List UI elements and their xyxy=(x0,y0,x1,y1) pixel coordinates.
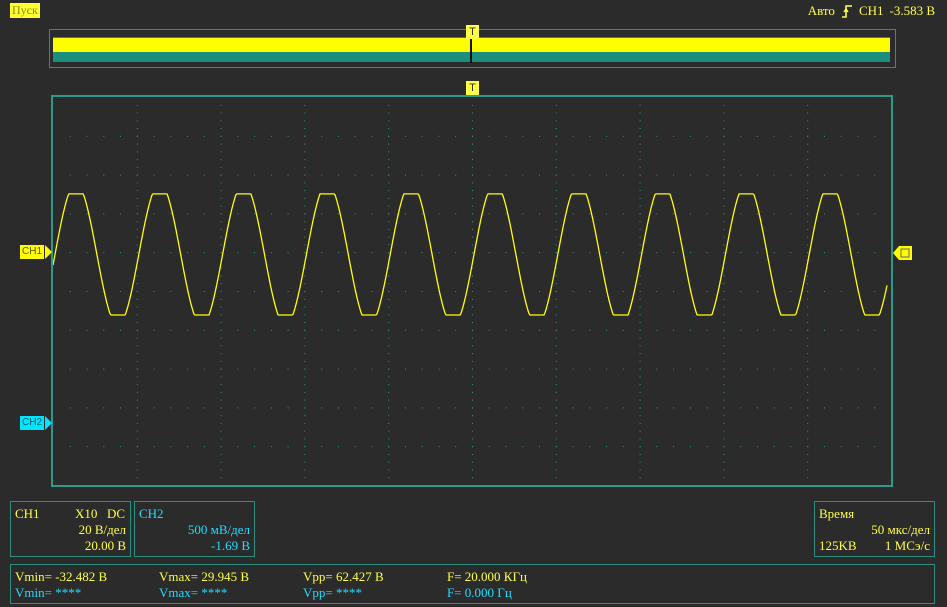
sample-rate: 1 МСэ/с xyxy=(884,538,930,553)
waveform-display[interactable] xyxy=(51,95,893,487)
memory-depth: 125KB xyxy=(819,538,857,553)
timebase-title: Время xyxy=(819,506,855,521)
ch1-coupling: DC xyxy=(107,506,126,521)
ch2-panel-name: CH2 xyxy=(139,506,164,521)
ch1-vpp: Vpp= 62.427 В xyxy=(303,569,384,584)
run-status-button[interactable]: Пуск xyxy=(10,3,40,18)
ch2-settings-panel[interactable]: CH2 500 мВ/дел -1.69 В xyxy=(134,501,255,557)
ch1-marker-arrow-icon xyxy=(45,245,52,259)
ch2-scale: 500 мВ/дел xyxy=(187,522,250,537)
ch1-vmax: Vmax= 29.945 В xyxy=(159,569,250,584)
graticule xyxy=(52,104,892,486)
trigger-status: Авто CH1 -3.583 В xyxy=(808,3,935,19)
ch2-vmax: Vmax= **** xyxy=(159,585,228,600)
trigger-level: -3.583 В xyxy=(889,3,936,18)
ch2-vpp: Vpp= **** xyxy=(303,585,362,600)
measurements-panel: Vmin= -32.482 В Vmax= 29.945 В Vpp= 62.4… xyxy=(10,564,935,604)
ch2-offset: -1.69 В xyxy=(211,538,250,553)
ch1-scale: 20 В/дел xyxy=(78,522,126,537)
trigger-level-marker-icon[interactable] xyxy=(893,246,913,260)
trigger-mode: Авто xyxy=(807,3,835,18)
ch1-panel-name: CH1 xyxy=(15,506,40,521)
timebase-panel[interactable]: Время 50 мкс/дел 125KB 1 МСэ/с xyxy=(814,501,935,557)
timebase-scale: 50 мкс/дел xyxy=(871,522,930,537)
ch2-vmin: Vmin= **** xyxy=(15,585,82,600)
ch1-probe: X10 xyxy=(75,506,98,521)
ch1-frequency: F= 20.000 КГц xyxy=(447,569,527,584)
ch1-waveform xyxy=(52,193,888,316)
rising-edge-icon xyxy=(841,5,852,18)
ch2-ground-marker[interactable]: CH2 xyxy=(20,416,45,430)
ch2-marker-arrow-icon xyxy=(45,416,52,430)
overview-trigger-line xyxy=(470,37,472,63)
ch1-ground-marker[interactable]: CH1 xyxy=(20,245,45,259)
trigger-source: CH1 xyxy=(858,3,884,18)
ch1-offset: 20.00 В xyxy=(84,538,126,553)
ch1-vmin: Vmin= -32.482 В xyxy=(15,569,108,584)
ch1-settings-panel[interactable]: CH1 X10 DC 20 В/дел 20.00 В xyxy=(10,501,131,557)
ch2-frequency: F= 0.000 Гц xyxy=(447,585,512,600)
overview-trigger-marker: T xyxy=(466,25,479,39)
trigger-position-marker[interactable]: T xyxy=(466,81,479,95)
